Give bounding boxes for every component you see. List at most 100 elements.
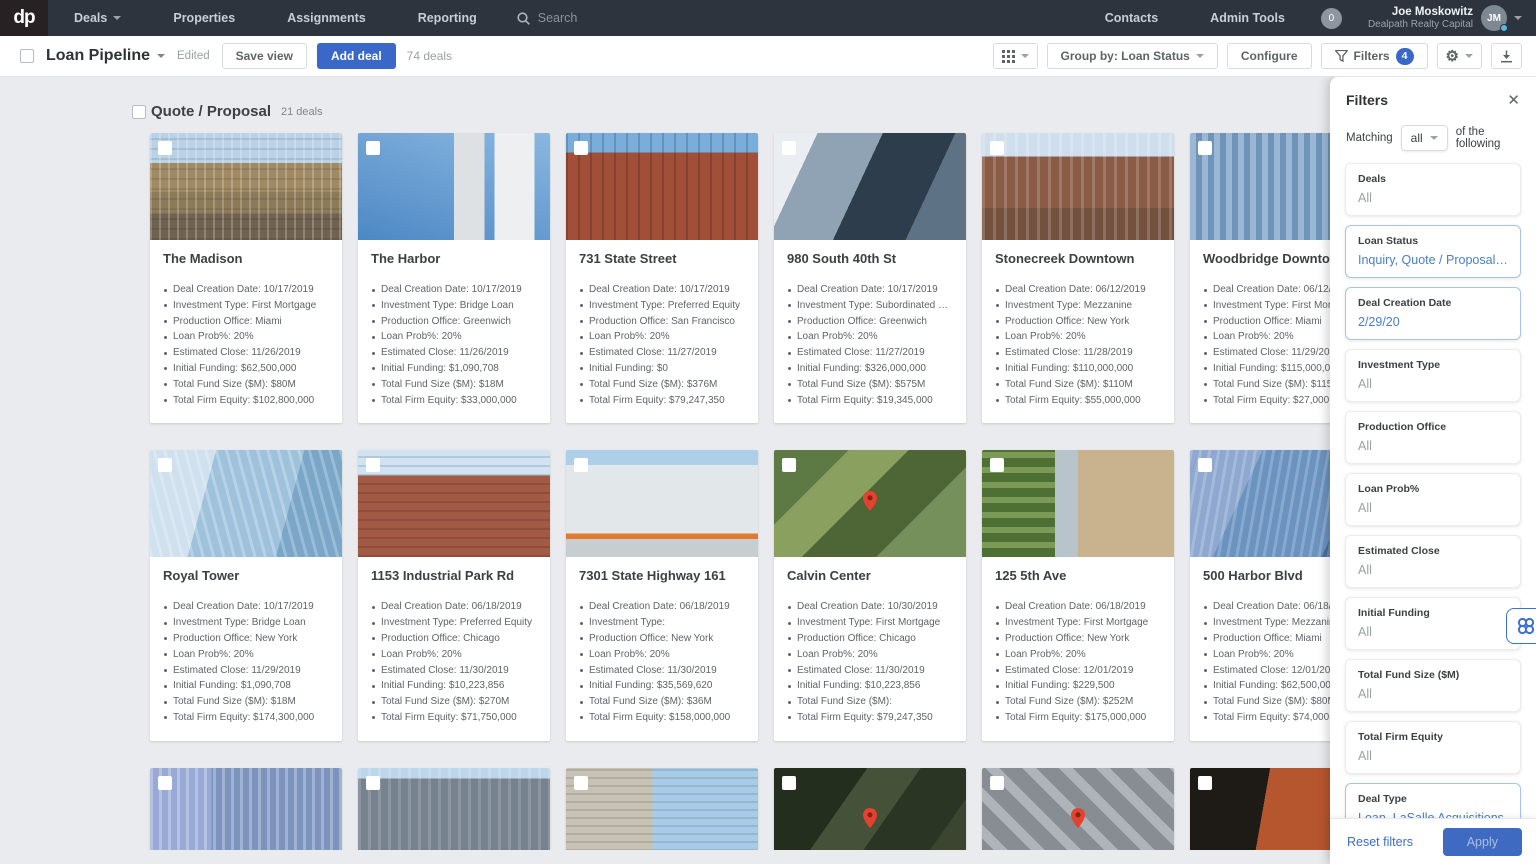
nav-item-deals[interactable]: Deals (48, 0, 147, 36)
deal-select-checkbox[interactable] (574, 458, 588, 472)
filter-card[interactable]: Estimated Close All (1345, 535, 1521, 588)
deal-attribute: Total Firm Equity: $79,247,350 (579, 393, 745, 409)
deal-card[interactable]: The Madison Deal Creation Date: 10/17/20… (150, 133, 342, 423)
filter-card[interactable]: Deal Creation Date 2/29/20 (1345, 287, 1521, 340)
group-by-button[interactable]: Group by: Loan Status (1047, 43, 1218, 69)
bullet-icon (788, 367, 791, 370)
filter-card[interactable]: Total Firm Equity All (1345, 721, 1521, 774)
filter-card[interactable]: Deals All (1345, 163, 1521, 216)
deal-card[interactable]: The Harbor Deal Creation Date: 10/17/201… (358, 133, 550, 423)
filter-label: Production Office (1358, 421, 1508, 433)
deal-select-checkbox[interactable] (574, 141, 588, 155)
deal-select-checkbox[interactable] (1198, 776, 1212, 790)
deal-card[interactable]: 7301 State Highway 161 Deal Creation Dat… (566, 450, 758, 740)
filter-card[interactable]: Investment Type All (1345, 349, 1521, 402)
notification-badge[interactable]: 0 (1321, 8, 1342, 29)
funnel-icon (1335, 50, 1348, 62)
deal-select-checkbox[interactable] (158, 776, 172, 790)
nav-item-properties[interactable]: Properties (147, 0, 261, 36)
deal-card[interactable]: Stonecreek Downtown Deal Creation Date: … (982, 133, 1174, 423)
deal-card[interactable] (774, 768, 966, 850)
deal-attribute: Initial Funding: $35,569,620 (579, 678, 745, 694)
nav-item-contacts[interactable]: Contacts (1079, 0, 1184, 36)
deal-attributes: Deal Creation Date: 06/18/2019Investment… (579, 599, 745, 725)
deal-photo (566, 768, 758, 850)
filter-card[interactable]: Total Fund Size ($M) All (1345, 659, 1521, 712)
deal-card[interactable] (566, 768, 758, 850)
deal-card[interactable]: Royal Tower Deal Creation Date: 10/17/20… (150, 450, 342, 740)
close-icon[interactable]: ✕ (1507, 91, 1520, 109)
deal-select-checkbox[interactable] (782, 141, 796, 155)
deal-select-checkbox[interactable] (158, 458, 172, 472)
deal-card[interactable] (982, 768, 1174, 850)
dealpath-logo[interactable]: dp (0, 0, 48, 36)
deal-photo (982, 133, 1174, 240)
apply-filters-button[interactable]: Apply (1443, 828, 1522, 856)
deal-card[interactable] (358, 768, 550, 850)
select-all-checkbox[interactable] (20, 49, 34, 63)
deal-attribute: Total Fund Size ($M): (787, 694, 953, 710)
nav-item-admin-tools[interactable]: Admin Tools (1184, 0, 1311, 36)
deal-title: 980 South 40th St (787, 251, 953, 266)
download-button[interactable] (1491, 43, 1522, 69)
board-scroll-area[interactable]: Quote / Proposal 21 deals The Madison De… (0, 77, 1536, 850)
deal-photo (774, 768, 966, 850)
deal-select-checkbox[interactable] (990, 141, 1004, 155)
view-mode-button[interactable] (993, 43, 1038, 69)
filter-card[interactable]: Loan Prob% All (1345, 473, 1521, 526)
deal-card[interactable]: 980 South 40th St Deal Creation Date: 10… (774, 133, 966, 423)
bullet-icon (788, 669, 791, 672)
bullet-icon (580, 336, 583, 339)
deal-select-checkbox[interactable] (158, 141, 172, 155)
bullet-icon (164, 653, 167, 656)
deal-card[interactable] (150, 768, 342, 850)
deal-card[interactable]: 731 State Street Deal Creation Date: 10/… (566, 133, 758, 423)
bullet-icon (372, 669, 375, 672)
deal-photo (982, 768, 1174, 850)
bullet-icon (164, 606, 167, 609)
deal-select-checkbox[interactable] (366, 458, 380, 472)
deal-attribute: Initial Funding: $110,000,000 (995, 361, 1161, 377)
bullet-icon (1204, 669, 1207, 672)
bullet-icon (580, 352, 583, 355)
deal-card[interactable]: Calvin Center Deal Creation Date: 10/30/… (774, 450, 966, 740)
bullet-icon (372, 320, 375, 323)
deal-select-checkbox[interactable] (1198, 458, 1212, 472)
save-view-button[interactable]: Save view (222, 43, 307, 69)
nav-item-assignments[interactable]: Assignments (261, 0, 392, 36)
nav-item-reporting[interactable]: Reporting (392, 0, 503, 36)
settings-button[interactable]: ⚙ (1437, 43, 1482, 69)
chevron-down-icon[interactable] (157, 54, 165, 58)
deal-select-checkbox[interactable] (1198, 141, 1212, 155)
deal-select-checkbox[interactable] (990, 458, 1004, 472)
deal-select-checkbox[interactable] (782, 458, 796, 472)
filter-card[interactable]: Initial Funding All (1345, 597, 1521, 650)
filter-card[interactable]: Loan Status Inquiry, Quote / Proposal, T… (1345, 225, 1521, 278)
configure-button[interactable]: Configure (1227, 43, 1312, 69)
deal-attribute: Estimated Close: 11/28/2019 (995, 345, 1161, 361)
deal-card-row (0, 768, 1536, 850)
filters-button[interactable]: Filters 4 (1321, 43, 1428, 69)
chevron-down-icon[interactable] (1514, 16, 1522, 20)
filter-value: All (1358, 501, 1508, 515)
deal-select-checkbox[interactable] (574, 776, 588, 790)
deal-attribute: Production Office: Miami (163, 314, 329, 330)
filter-card[interactable]: Production Office All (1345, 411, 1521, 464)
deal-select-checkbox[interactable] (366, 141, 380, 155)
add-deal-button[interactable]: Add deal (317, 43, 396, 69)
deal-select-checkbox[interactable] (366, 776, 380, 790)
download-icon (1500, 50, 1513, 63)
avatar[interactable]: JM (1481, 5, 1507, 31)
deal-select-checkbox[interactable] (990, 776, 1004, 790)
deal-card[interactable]: 1153 Industrial Park Rd Deal Creation Da… (358, 450, 550, 740)
deal-select-checkbox[interactable] (782, 776, 796, 790)
group-select-checkbox[interactable] (132, 105, 146, 119)
bullet-icon (1204, 701, 1207, 704)
search-input[interactable]: Search (517, 11, 578, 25)
deal-card[interactable]: 125 5th Ave Deal Creation Date: 06/18/20… (982, 450, 1174, 740)
bullet-icon (788, 304, 791, 307)
matching-select[interactable]: all (1401, 125, 1448, 151)
help-widget-button[interactable] (1506, 608, 1536, 644)
user-organization: Dealpath Realty Capital (1368, 19, 1473, 31)
reset-filters-link[interactable]: Reset filters (1347, 835, 1413, 849)
